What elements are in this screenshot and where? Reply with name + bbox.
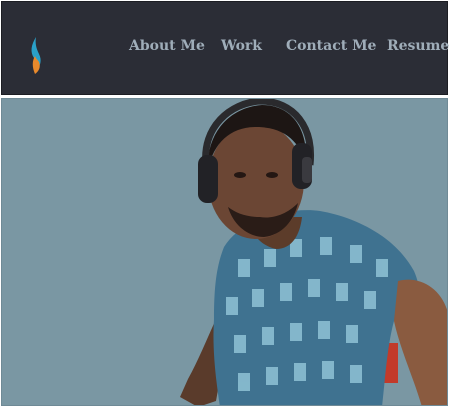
nav-link-about-me[interactable]: About Me	[129, 38, 205, 54]
portrait-photo	[180, 99, 447, 405]
hero-section	[1, 98, 448, 406]
top-navbar: About Me Work Contact Me Resume	[1, 1, 449, 95]
flame-logo-icon[interactable]	[28, 36, 46, 76]
page: About Me Work Contact Me Resume	[0, 0, 451, 408]
nav-link-work[interactable]: Work	[221, 38, 262, 54]
nav-link-resume[interactable]: Resume	[387, 38, 449, 54]
nav-link-contact-me[interactable]: Contact Me	[286, 38, 376, 54]
